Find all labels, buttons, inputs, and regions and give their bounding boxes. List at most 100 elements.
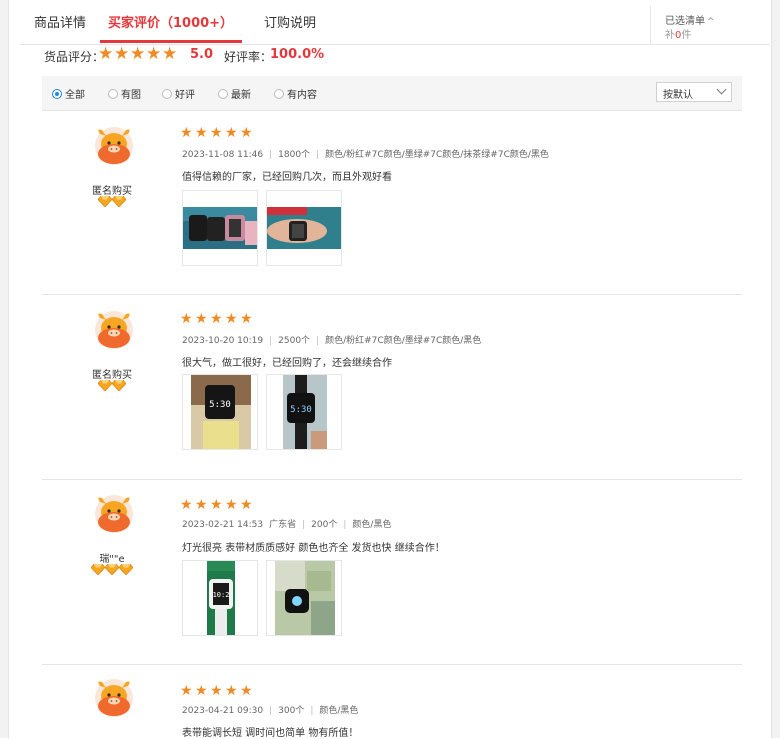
avatar bbox=[94, 676, 134, 720]
active-tab-indicator bbox=[100, 40, 242, 43]
star-icon: ★ bbox=[195, 311, 208, 327]
selected-list-box[interactable]: 已选清单 ^ 补0件 bbox=[650, 6, 771, 44]
review-photo[interactable]: 5:30 bbox=[182, 374, 258, 450]
filter-with-content-label: 有内容 bbox=[287, 90, 317, 101]
sort-select-value: 按默认 bbox=[663, 90, 693, 101]
star-icon: ★ bbox=[240, 125, 253, 141]
review-stars: ★ ★ ★ ★ ★ bbox=[180, 680, 255, 699]
filter-with-content[interactable]: 有内容 bbox=[274, 86, 317, 101]
svg-text:5:30: 5:30 bbox=[290, 405, 312, 415]
svg-text:5:30: 5:30 bbox=[209, 400, 231, 410]
filter-with-images[interactable]: 有图 bbox=[108, 86, 141, 101]
review-divider bbox=[42, 479, 742, 480]
star-icon: ★ bbox=[195, 683, 208, 699]
star-icon: ★ bbox=[180, 125, 193, 141]
review-meta: 2023-11-08 11:46 | 1800个 | 颜色/粉红#7C颜色/墨绿#7C颜… bbox=[182, 147, 549, 160]
cow-avatar-icon bbox=[95, 311, 133, 349]
meta-separator: | bbox=[269, 336, 273, 346]
review-spec: 颜色/黑色 bbox=[352, 520, 392, 530]
review-quantity: 200个 bbox=[311, 520, 338, 530]
page-frame-right bbox=[771, 0, 780, 738]
selected-count: 补0件 bbox=[665, 26, 691, 41]
diamond-icon bbox=[97, 379, 113, 393]
review-text: 很大气，做工很好，已经回购了，还会继续合作 bbox=[182, 358, 392, 369]
filter-positive[interactable]: 好评 bbox=[162, 86, 195, 101]
sort-select[interactable]: 按默认 bbox=[656, 82, 732, 102]
star-icon: ★ bbox=[195, 497, 208, 513]
star-icon: ★ bbox=[225, 125, 238, 141]
filter-latest[interactable]: 最新 bbox=[218, 86, 251, 101]
star-icon: ★ bbox=[240, 683, 253, 699]
review-filter-bar: 全部 有图 好评 最新 有内容 按默认 bbox=[42, 76, 742, 111]
tab-product-details[interactable]: 商品详情 bbox=[34, 12, 86, 31]
review-location: 广东省 bbox=[269, 520, 297, 530]
chevron-up-icon: ^ bbox=[707, 17, 715, 27]
review-spec: 颜色/黑色 bbox=[319, 706, 359, 716]
radio-icon[interactable] bbox=[218, 88, 228, 99]
star-icon: ★ bbox=[240, 311, 253, 327]
star-icon: ★ bbox=[180, 683, 193, 699]
cow-avatar-icon bbox=[95, 495, 133, 533]
review-photo[interactable] bbox=[266, 560, 342, 636]
diamond-icon bbox=[97, 195, 113, 209]
meta-separator: | bbox=[310, 706, 314, 716]
review-stars: ★ ★ ★ ★ ★ bbox=[180, 122, 255, 141]
review-meta: 2023-04-21 09:30 | 300个 | 颜色/黑色 bbox=[182, 703, 358, 716]
filter-with-images-label: 有图 bbox=[121, 90, 141, 101]
radio-icon[interactable] bbox=[108, 88, 118, 99]
review-text: 表带能调长短 调时间也简单 物有所值！ bbox=[182, 728, 359, 739]
star-icon: ★ bbox=[98, 44, 114, 64]
star-icon: ★ bbox=[180, 311, 193, 327]
review-quantity: 1800个 bbox=[278, 150, 311, 160]
reviewer-name: 匿名购买 bbox=[92, 370, 132, 381]
review-meta: 2023-10-20 10:19 | 2500个 | 颜色/粉红#7C颜色/墨绿#7C颜… bbox=[182, 333, 481, 346]
star-icon: ★ bbox=[225, 497, 238, 513]
product-rating-score: 5.0 bbox=[190, 47, 214, 62]
review-date: 2023-11-08 11:46 bbox=[182, 150, 264, 160]
selected-count-prefix: 补 bbox=[665, 30, 675, 41]
reviewer-name: 匿名购买 bbox=[92, 186, 132, 197]
review-photo[interactable]: 5:30 bbox=[266, 374, 342, 450]
reviewer-level-badges bbox=[62, 379, 162, 394]
star-icon: ★ bbox=[162, 44, 178, 64]
star-icon: ★ bbox=[210, 311, 223, 327]
cow-avatar-icon bbox=[95, 679, 133, 717]
star-icon: ★ bbox=[225, 683, 238, 699]
radio-icon[interactable] bbox=[274, 88, 284, 99]
radio-icon[interactable] bbox=[52, 88, 62, 99]
star-icon: ★ bbox=[195, 125, 208, 141]
positive-rate-value: 100.0% bbox=[270, 47, 325, 62]
star-icon: ★ bbox=[210, 497, 223, 513]
star-icon: ★ bbox=[114, 44, 130, 64]
tab-order-instructions[interactable]: 订购说明 bbox=[264, 12, 316, 31]
filter-all[interactable]: 全部 bbox=[52, 86, 85, 101]
reviewer-name: 瑞""e bbox=[99, 554, 125, 565]
meta-separator: | bbox=[343, 520, 347, 530]
avatar bbox=[94, 308, 134, 352]
radio-icon[interactable] bbox=[162, 88, 172, 99]
diamond-icon bbox=[111, 379, 127, 393]
diamond-icon bbox=[104, 563, 120, 577]
selected-list-title[interactable]: 已选清单 ^ bbox=[665, 12, 715, 27]
positive-rate-label: 好评率： bbox=[224, 50, 273, 64]
meta-separator: | bbox=[316, 336, 320, 346]
review-photo[interactable]: 10:2 bbox=[182, 560, 258, 636]
review-date: 2023-02-21 14:53 bbox=[182, 520, 264, 530]
product-rating-label: 货品评分： bbox=[44, 50, 105, 64]
star-icon: ★ bbox=[225, 311, 238, 327]
svg-text:10:2: 10:2 bbox=[213, 591, 230, 599]
review-date: 2023-04-21 09:30 bbox=[182, 706, 264, 716]
review-stars: ★ ★ ★ ★ ★ bbox=[180, 308, 255, 327]
review-photo[interactable] bbox=[266, 190, 342, 266]
reviewer-level-badges bbox=[62, 195, 162, 210]
review-spec: 颜色/粉红#7C颜色/墨绿#7C颜色/抹茶绿#7C颜色/黑色 bbox=[325, 150, 549, 160]
review-photo[interactable] bbox=[182, 190, 258, 266]
selected-count-suffix: 件 bbox=[681, 30, 692, 41]
meta-separator: | bbox=[302, 520, 306, 530]
review-quantity: 300个 bbox=[278, 706, 305, 716]
chevron-down-icon bbox=[716, 84, 727, 95]
cow-avatar-icon bbox=[95, 127, 133, 165]
diamond-icon bbox=[111, 195, 127, 209]
review-quantity: 2500个 bbox=[278, 336, 311, 346]
star-icon: ★ bbox=[146, 44, 162, 64]
